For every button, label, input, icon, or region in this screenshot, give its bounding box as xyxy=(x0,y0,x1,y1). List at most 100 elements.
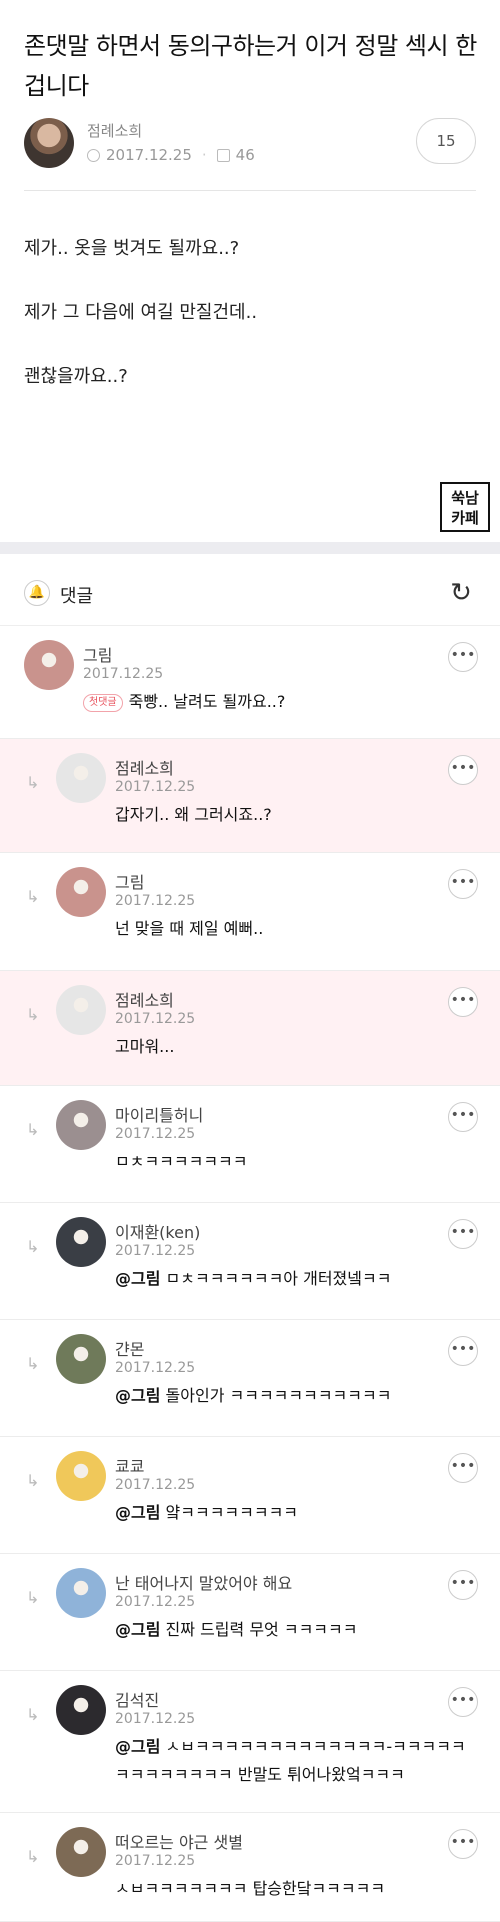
reply-arrow-icon: ↳ xyxy=(26,1354,40,1373)
reply-arrow-icon: ↳ xyxy=(26,887,40,906)
comment-row: 그림 2017.12.25 첫댓글 죽빵.. 날려도 될까요..? ••• xyxy=(0,626,500,739)
comment-avatar[interactable] xyxy=(56,753,106,803)
comment-author[interactable]: 갼몬 xyxy=(115,1336,144,1360)
more-options-button[interactable]: ••• xyxy=(448,1453,478,1483)
more-options-button[interactable]: ••• xyxy=(448,1336,478,1366)
comment-date: 2017.12.25 xyxy=(115,1477,196,1493)
comment-body: 죽빵.. 날려도 될까요..? xyxy=(128,692,286,711)
comment-body: 진짜 드립력 무엇 ㅋㅋㅋㅋㅋ xyxy=(165,1620,358,1639)
comment-author[interactable]: 점례소희 xyxy=(115,987,174,1011)
more-options-button[interactable]: ••• xyxy=(448,1219,478,1249)
author-avatar[interactable] xyxy=(24,118,74,168)
comment-avatar[interactable] xyxy=(56,1685,106,1735)
bell-icon[interactable]: 🔔 xyxy=(24,580,50,606)
comment-row: ↳ 떠오르는 야근 샛별 2017.12.25 ㅅㅂㅋㅋㅋㅋㅋㅋㅋ 탑승한닼ㅋㅋㅋㅋㅋ… xyxy=(0,1813,500,1922)
comment-body: ㅅㅂㅋㅋㅋㅋㅋㅋㅋ 탑승한닼ㅋㅋㅋㅋㅋ xyxy=(115,1879,386,1898)
comment-row: ↳ 쿄쿄 2017.12.25 @그림 얔ㅋㅋㅋㅋㅋㅋㅋㅋ ••• xyxy=(0,1437,500,1554)
comment-author[interactable]: 떠오르는 야근 샛별 xyxy=(115,1829,243,1853)
comment-avatar[interactable] xyxy=(56,985,106,1035)
comment-author[interactable]: 난 태어나지 말았어야 해요 xyxy=(115,1570,292,1594)
mention-tag[interactable]: @그림 xyxy=(115,1737,160,1756)
reply-arrow-icon: ↳ xyxy=(26,1847,40,1866)
divider xyxy=(24,190,476,191)
mention-tag[interactable]: @그림 xyxy=(115,1503,160,1522)
post-body-line-2: 제가 그 다음에 여길 만질건데.. xyxy=(24,302,258,323)
comment-body: ㅁㅊㅋㅋㅋㅋㅋㅋ아 개터졌넼ㅋㅋ xyxy=(165,1269,392,1288)
more-options-button[interactable]: ••• xyxy=(448,642,478,672)
comment-body: 얔ㅋㅋㅋㅋㅋㅋㅋㅋ xyxy=(165,1503,299,1522)
mention-tag[interactable]: @그림 xyxy=(115,1386,160,1405)
comment-avatar[interactable] xyxy=(56,867,106,917)
comment-date: 2017.12.25 xyxy=(115,1853,196,1869)
first-comment-badge: 첫댓글 xyxy=(83,694,123,712)
reply-arrow-icon: ↳ xyxy=(26,1237,40,1256)
comment-avatar[interactable] xyxy=(24,640,74,690)
comment-body: 넌 맞을 때 제일 예뻐.. xyxy=(115,919,264,938)
comment-row: ↳ 마이리틀허니 2017.12.25 ㅁㅊㅋㅋㅋㅋㅋㅋㅋ ••• xyxy=(0,1086,500,1203)
comment-row: ↳ 난 태어나지 말았어야 해요 2017.12.25 @그림 진짜 드립력 무엇 ㅋ… xyxy=(0,1554,500,1671)
reply-arrow-icon: ↳ xyxy=(26,1120,40,1139)
comment-avatar[interactable] xyxy=(56,1451,106,1501)
reply-arrow-icon: ↳ xyxy=(26,1705,40,1724)
more-options-button[interactable]: ••• xyxy=(448,987,478,1017)
comment-text: @그림 돌아인가 ㅋㅋㅋㅋㅋㅋㅋㅋㅋㅋㅋ xyxy=(115,1382,391,1410)
comment-author[interactable]: 이재환(ken) xyxy=(115,1219,200,1243)
refresh-icon[interactable]: ↻ xyxy=(446,578,476,608)
meta-separator: · xyxy=(201,146,207,164)
comment-text: @그림 얔ㅋㅋㅋㅋㅋㅋㅋㅋ xyxy=(115,1499,298,1527)
comment-text: ㅁㅊㅋㅋㅋㅋㅋㅋㅋ xyxy=(115,1148,247,1176)
comment-text: 넌 맞을 때 제일 예뻐.. xyxy=(115,915,263,943)
comment-body: 돌아인가 ㅋㅋㅋㅋㅋㅋㅋㅋㅋㅋㅋ xyxy=(165,1386,392,1405)
comment-row: ↳ 점례소희 2017.12.25 갑자기.. 왜 그러시죠..? ••• xyxy=(0,739,500,853)
comment-date: 2017.12.25 xyxy=(115,1126,196,1142)
post-body-line-1: 제가.. 옷을 벗겨도 될까요..? xyxy=(24,238,240,259)
comment-row: ↳ 김석진 2017.12.25 @그림 ㅅㅂㅋㅋㅋㅋㅋㅋㅋㅋㅋㅋㅋㅋㅋ-ㅋㅋㅋㅋㅋ … xyxy=(0,1671,500,1813)
more-options-button[interactable]: ••• xyxy=(448,1102,478,1132)
comment-author[interactable]: 쿄쿄 xyxy=(115,1453,144,1477)
mention-tag[interactable]: @그림 xyxy=(115,1620,160,1639)
comment-author[interactable]: 점례소희 xyxy=(115,755,174,779)
comment-row: ↳ 이재환(ken) 2017.12.25 @그림 ㅁㅊㅋㅋㅋㅋㅋㅋ아 개터졌넼ㅋㅋ •… xyxy=(0,1203,500,1320)
comment-text: ㅅㅂㅋㅋㅋㅋㅋㅋㅋ 탑승한닼ㅋㅋㅋㅋㅋ xyxy=(115,1875,385,1903)
comment-author[interactable]: 마이리틀허니 xyxy=(115,1102,203,1126)
more-options-button[interactable]: ••• xyxy=(448,1570,478,1600)
more-options-button[interactable]: ••• xyxy=(448,1687,478,1717)
comment-text: @그림 ㅅㅂㅋㅋㅋㅋㅋㅋㅋㅋㅋㅋㅋㅋㅋ-ㅋㅋㅋㅋㅋ ㅋㅋㅋㅋㅋㅋㅋㅋ 반말도 튀… xyxy=(115,1733,466,1789)
comment-avatar[interactable] xyxy=(56,1334,106,1384)
post-body-line-3: 괜찮을까요..? xyxy=(24,366,128,387)
comment-date: 2017.12.25 xyxy=(115,1594,196,1610)
comment-author[interactable]: 그림 xyxy=(83,642,112,666)
comment-avatar[interactable] xyxy=(56,1568,106,1618)
reply-arrow-icon: ↳ xyxy=(26,773,40,792)
comment-date: 2017.12.25 xyxy=(115,1360,196,1376)
comment-date: 2017.12.25 xyxy=(115,1011,196,1027)
comment-author[interactable]: 그림 xyxy=(115,869,144,893)
comment-count-button[interactable]: 15 xyxy=(416,118,476,164)
cafe-logo: 쑥남 카페 xyxy=(440,482,490,532)
section-gap xyxy=(0,542,500,554)
comment-text: 갑자기.. 왜 그러시죠..? xyxy=(115,801,272,829)
comment-body: ㅁㅊㅋㅋㅋㅋㅋㅋㅋ xyxy=(115,1152,248,1171)
comment-avatar[interactable] xyxy=(56,1217,106,1267)
comment-date: 2017.12.25 xyxy=(115,779,196,795)
post-title: 존댓말 하면서 동의구하는거 이거 정말 섹시 한겁니다 xyxy=(24,32,477,100)
author-row: 점례소희 2017.12.25 · 46 15 xyxy=(24,116,476,170)
reply-arrow-icon: ↳ xyxy=(26,1588,40,1607)
clock-icon xyxy=(87,148,100,162)
comment-avatar[interactable] xyxy=(56,1827,106,1877)
more-options-button[interactable]: ••• xyxy=(448,1829,478,1859)
mention-tag[interactable]: @그림 xyxy=(115,1269,160,1288)
post-meta: 2017.12.25 · 46 xyxy=(87,146,255,164)
comment-text: 첫댓글 죽빵.. 날려도 될까요..? xyxy=(83,688,285,716)
comment-body: 갑자기.. 왜 그러시죠..? xyxy=(115,805,272,824)
more-options-button[interactable]: ••• xyxy=(448,869,478,899)
comment-text: 고마워... xyxy=(115,1033,174,1061)
author-name[interactable]: 점례소희 xyxy=(87,120,142,141)
view-count: 46 xyxy=(235,146,255,164)
more-options-button[interactable]: ••• xyxy=(448,755,478,785)
comment-author[interactable]: 김석진 xyxy=(115,1687,159,1711)
comment-avatar[interactable] xyxy=(56,1100,106,1150)
reply-arrow-icon: ↳ xyxy=(26,1471,40,1490)
comment-header: 🔔 댓글 ↻ xyxy=(0,556,500,626)
comment-date: 2017.12.25 xyxy=(115,1711,196,1727)
